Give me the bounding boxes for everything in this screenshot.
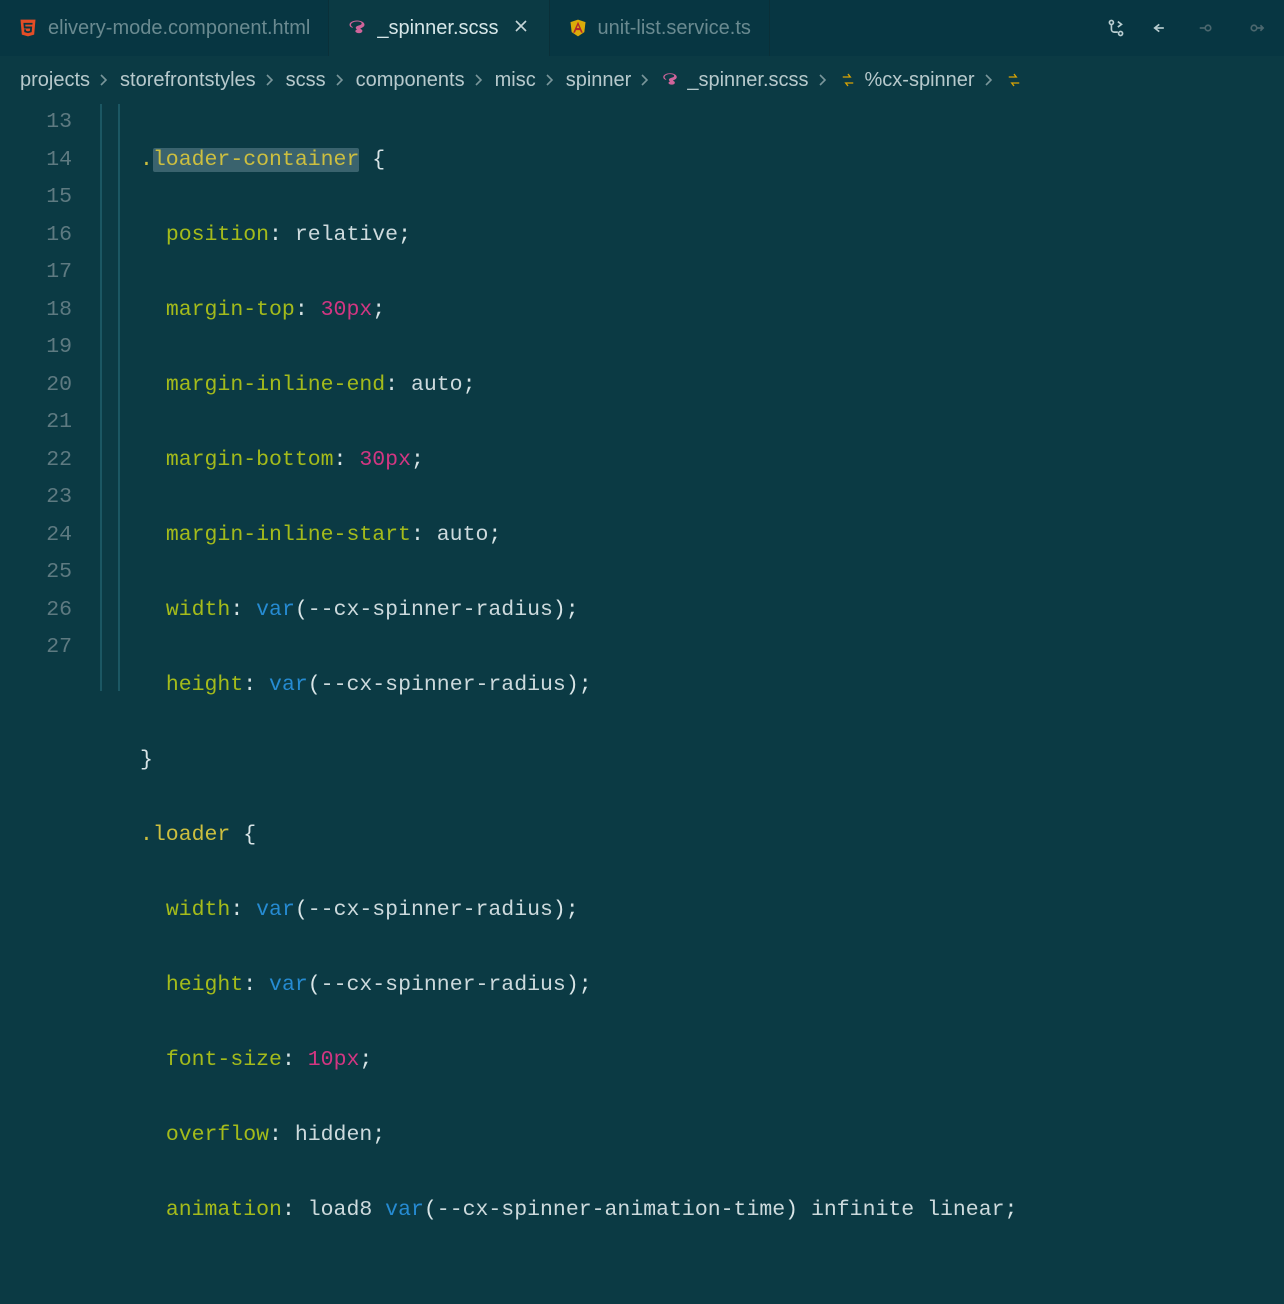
- crumb-projects[interactable]: projects: [20, 69, 90, 92]
- code-line: margin-inline-end: auto;: [140, 367, 1284, 405]
- line-number: 13: [0, 104, 72, 142]
- code-line: }: [140, 742, 1284, 780]
- tab-unit-list-service[interactable]: unit-list.service.ts: [550, 0, 770, 56]
- chevron-right-icon: [264, 69, 278, 92]
- symbol-icon: [839, 71, 857, 89]
- close-icon[interactable]: [513, 17, 531, 40]
- line-number: 22: [0, 442, 72, 480]
- symbol-icon: [1005, 71, 1023, 89]
- line-number: 21: [0, 404, 72, 442]
- crumb-components[interactable]: components: [356, 69, 465, 92]
- line-number: 25: [0, 554, 72, 592]
- indent-guides: [100, 104, 140, 691]
- breadcrumb: projects storefrontstyles scss component…: [0, 56, 1284, 104]
- undo-icon[interactable]: [1150, 16, 1174, 40]
- crumb-misc[interactable]: misc: [495, 69, 536, 92]
- line-number: 14: [0, 142, 72, 180]
- crumb-scss[interactable]: scss: [286, 69, 326, 92]
- chevron-right-icon: [639, 69, 653, 92]
- chevron-right-icon: [473, 69, 487, 92]
- html5-icon: [18, 18, 38, 38]
- line-number: 24: [0, 517, 72, 555]
- line-number: 27: [0, 629, 72, 667]
- line-number: 18: [0, 292, 72, 330]
- line-number: 20: [0, 367, 72, 405]
- code-line: overflow: hidden;: [140, 1117, 1284, 1155]
- tab-delivery-mode[interactable]: elivery-mode.component.html: [0, 0, 329, 56]
- sass-icon: [661, 71, 679, 89]
- tab-bar: elivery-mode.component.html _spinner.scs…: [0, 0, 1284, 56]
- tab-label: elivery-mode.component.html: [48, 17, 310, 40]
- line-gutter: 131415161718192021222324252627: [0, 104, 100, 691]
- code-line: .loader-container {: [140, 142, 1284, 180]
- sass-icon: [347, 18, 367, 38]
- code-line: font-size: 10px;: [140, 1042, 1284, 1080]
- line-number: 23: [0, 479, 72, 517]
- crumb-symbol-cx-spinner[interactable]: %cx-spinner: [839, 69, 975, 92]
- line-number: 16: [0, 217, 72, 255]
- code-line: margin-inline-start: auto;: [140, 517, 1284, 555]
- code-line: .loader {: [140, 817, 1284, 855]
- line-number: 26: [0, 592, 72, 630]
- code-line: animation: load8 var(--cx-spinner-animat…: [140, 1192, 1284, 1230]
- crumb-symbol-tail[interactable]: [1005, 71, 1023, 89]
- editor-actions: [1104, 0, 1284, 56]
- code-line: margin-top: 30px;: [140, 292, 1284, 330]
- prev-change-icon[interactable]: [1196, 16, 1220, 40]
- compare-changes-icon[interactable]: [1104, 16, 1128, 40]
- chevron-right-icon: [544, 69, 558, 92]
- code-line: margin-bottom: 30px;: [140, 442, 1284, 480]
- crumb-file[interactable]: _spinner.scss: [661, 69, 808, 92]
- tab-label: unit-list.service.ts: [598, 17, 751, 40]
- code-content[interactable]: .loader-container { position: relative; …: [140, 104, 1284, 691]
- line-number: 17: [0, 254, 72, 292]
- next-change-icon[interactable]: [1242, 16, 1266, 40]
- crumb-spinner[interactable]: spinner: [566, 69, 632, 92]
- line-number: 15: [0, 179, 72, 217]
- line-number: 19: [0, 329, 72, 367]
- tab-spinner-scss[interactable]: _spinner.scss: [329, 0, 549, 56]
- code-line: position: relative;: [140, 217, 1284, 255]
- tab-label: _spinner.scss: [377, 17, 498, 40]
- chevron-right-icon: [334, 69, 348, 92]
- chevron-right-icon: [983, 69, 997, 92]
- crumb-storefrontstyles[interactable]: storefrontstyles: [120, 69, 256, 92]
- code-editor[interactable]: 131415161718192021222324252627 .loader-c…: [0, 104, 1284, 691]
- angular-icon: [568, 18, 588, 38]
- chevron-right-icon: [98, 69, 112, 92]
- code-line: height: var(--cx-spinner-radius);: [140, 667, 1284, 705]
- code-line: height: var(--cx-spinner-radius);: [140, 967, 1284, 1005]
- code-line: width: var(--cx-spinner-radius);: [140, 592, 1284, 630]
- chevron-right-icon: [817, 69, 831, 92]
- code-line: width: var(--cx-spinner-radius);: [140, 892, 1284, 930]
